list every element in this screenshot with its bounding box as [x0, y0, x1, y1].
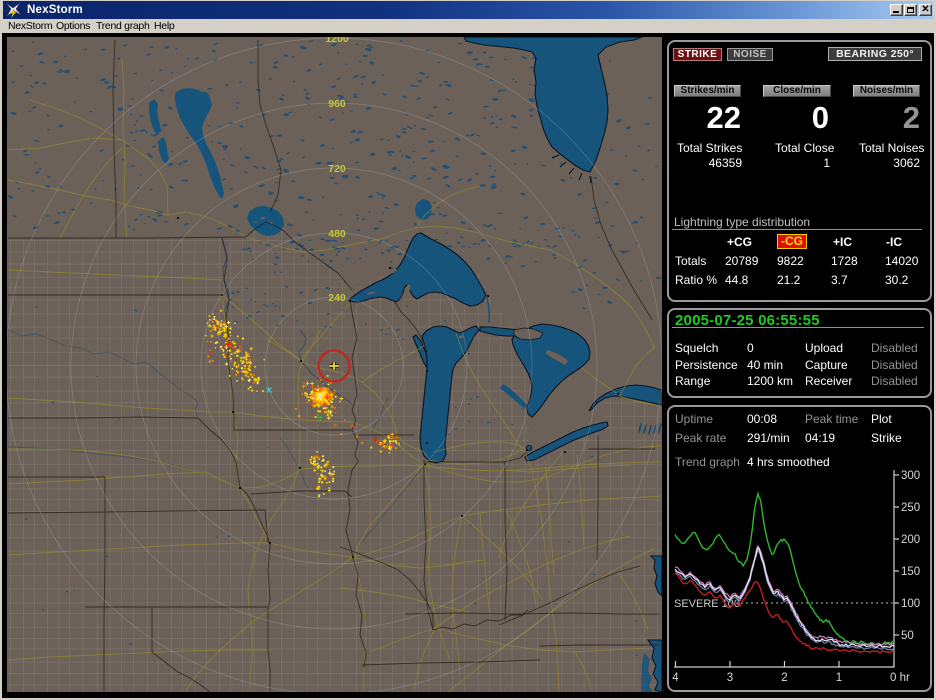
- svg-text:200: 200: [901, 534, 920, 546]
- svg-text:50: 50: [901, 630, 914, 642]
- svg-text:0 hr: 0 hr: [890, 672, 910, 684]
- svg-text:1: 1: [836, 672, 842, 684]
- svg-text:4: 4: [672, 672, 679, 684]
- svg-text:300: 300: [901, 470, 920, 482]
- svg-text:2: 2: [781, 672, 787, 684]
- svg-text:100: 100: [901, 598, 920, 610]
- svg-text:3: 3: [727, 672, 733, 684]
- svg-text:250: 250: [901, 502, 920, 514]
- svg-text:150: 150: [901, 566, 920, 578]
